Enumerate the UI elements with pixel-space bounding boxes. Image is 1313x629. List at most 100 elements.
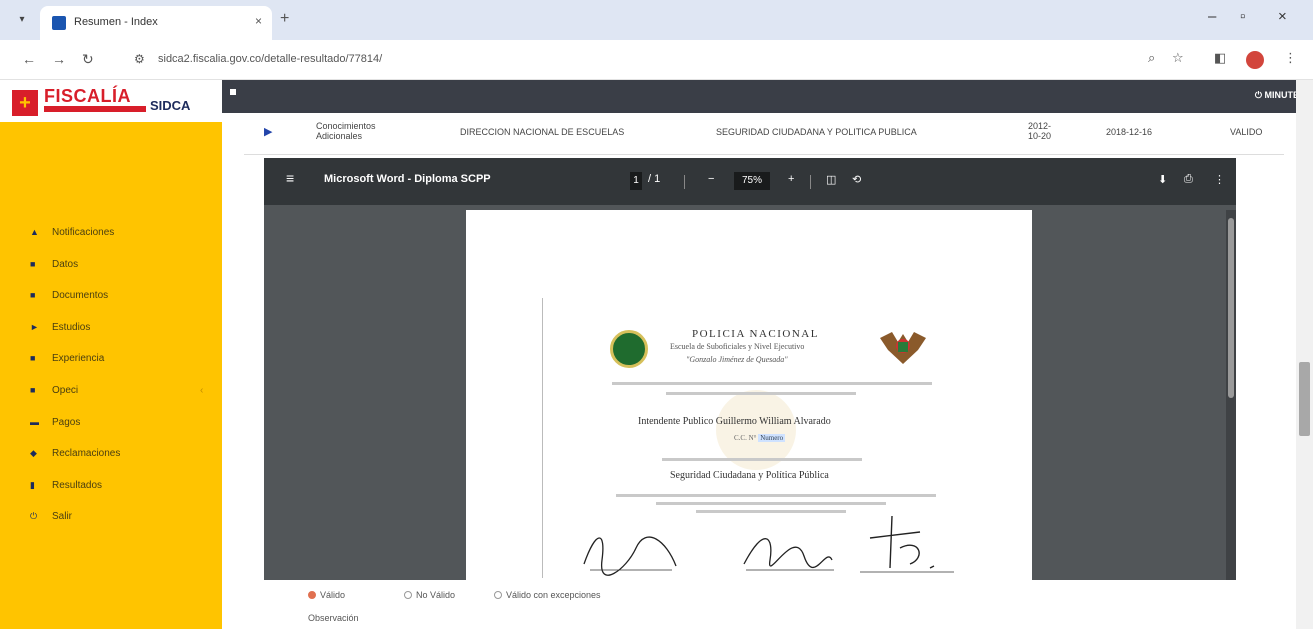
sidebar-item-label: Reclamaciones <box>52 448 121 459</box>
doc-motto: "Gonzalo Jiménez de Quesada" <box>686 355 788 364</box>
zoom-in-icon[interactable]: + <box>788 173 794 185</box>
signature-1 <box>583 536 677 576</box>
radio-valido-con-excepciones[interactable]: Válido con excepciones <box>494 590 601 600</box>
url-input[interactable]: ⚙ sidca2.fiscalia.gov.co/detalle-resulta… <box>128 48 1228 72</box>
signature-2 <box>743 538 834 571</box>
browser-tab[interactable]: Resumen - Index × <box>40 6 272 40</box>
folder-icon: ■ <box>30 385 36 395</box>
hamburger-menu-icon[interactable]: ≡ <box>286 170 294 186</box>
graduation-icon: ► <box>30 322 39 332</box>
observations-label: Observación <box>308 613 359 623</box>
bar-chart-icon: ▮ <box>30 480 35 490</box>
logo-cross-icon: + <box>12 90 38 116</box>
site-info-icon[interactable]: ⚙ <box>134 52 145 66</box>
sidebar-item-label: Salir <box>52 511 73 522</box>
signature-3 <box>860 515 954 573</box>
doc-text-line <box>616 494 936 497</box>
top-navbar: ⏻ MINUTE <box>222 80 1313 113</box>
user-name: MINUTE <box>1264 90 1300 100</box>
favicon-icon <box>52 16 66 30</box>
zoom-icon[interactable]: ⌕ <box>1148 50 1155 66</box>
menu-toggle-icon[interactable] <box>230 89 236 95</box>
pdf-scrollbar-thumb[interactable] <box>1228 218 1234 398</box>
radio-valido[interactable]: Válido <box>308 590 345 600</box>
page-scrollbar[interactable] <box>1296 80 1313 629</box>
close-window-icon[interactable]: × <box>1278 8 1287 25</box>
tab-search-icon[interactable]: ▾ <box>14 12 30 28</box>
menu-kebab-icon[interactable]: ⋮ <box>1284 50 1297 66</box>
sidebar-item-label: Opeci <box>52 385 79 396</box>
rotate-icon[interactable]: ⟲ <box>852 173 861 186</box>
doc-text-line <box>666 392 856 395</box>
fit-page-icon[interactable]: ◫ <box>826 173 836 186</box>
chevron-left-icon: ‹ <box>200 385 204 396</box>
expand-row-icon[interactable]: ▶ <box>264 125 272 138</box>
radio-no-valido[interactable]: No Válido <box>404 590 455 600</box>
toolbar-divider <box>684 175 685 189</box>
cell-start-date: 2012-10-20 <box>1028 121 1052 141</box>
logo[interactable]: + FISCALÍA SIDCA <box>0 80 222 122</box>
main-content: ▶ Conocimientos Adicionales DIRECCION NA… <box>222 113 1296 629</box>
sidebar-item-label: Estudios <box>52 322 91 333</box>
page-number-input[interactable]: 1 <box>630 172 642 190</box>
minimize-icon[interactable]: – <box>1208 8 1216 25</box>
sidebar-item-resultados[interactable]: ▮ Resultados <box>30 479 210 495</box>
doc-recipient: Intendente Publico Guillermo William Alv… <box>638 416 831 427</box>
side-panel-icon[interactable]: ◧ <box>1214 50 1226 66</box>
sidebar-item-estudios[interactable]: ► Estudios <box>30 321 210 337</box>
sidebar-item-experiencia[interactable]: ■ Experiencia <box>30 352 210 368</box>
tab-close-icon[interactable]: × <box>255 14 262 28</box>
profile-avatar[interactable] <box>1246 51 1264 69</box>
sidebar-item-notificaciones[interactable]: ▲ Notificaciones <box>30 226 210 242</box>
pdf-title: Microsoft Word - Diploma SCPP <box>324 173 491 185</box>
doc-text-line <box>656 502 886 505</box>
megaphone-icon: ◆ <box>30 448 37 458</box>
cell-program: SEGURIDAD CIUDADANA Y POLITICA PUBLICA <box>716 127 917 137</box>
page-total: / 1 <box>648 173 661 185</box>
doc-text-line <box>612 382 932 385</box>
coat-of-arms-icon <box>880 332 926 364</box>
pdf-page: POLICIA NACIONAL Escuela de Suboficiales… <box>466 210 1032 580</box>
sidebar-item-reclamaciones[interactable]: ◆ Reclamaciones <box>30 447 210 463</box>
cell-end-date: 2018-12-16 <box>1106 127 1153 137</box>
sidebar-item-label: Pagos <box>52 417 81 428</box>
table-row[interactable]: ▶ Conocimientos Adicionales DIRECCION NA… <box>244 113 1284 155</box>
cell-type: Conocimientos Adicionales <box>316 121 376 141</box>
tab-title: Resumen - Index <box>74 16 158 28</box>
sidebar-item-documentos[interactable]: ■ Documentos <box>30 289 210 305</box>
sidebar-item-label: Datos <box>52 259 79 270</box>
doc-subheading: Escuela de Suboficiales y Nivel Ejecutiv… <box>670 342 805 351</box>
print-icon[interactable]: ⎙ <box>1184 173 1193 186</box>
user-menu[interactable]: ⏻ MINUTE <box>1255 90 1299 101</box>
doc-heading: POLICIA NACIONAL <box>692 328 819 340</box>
download-icon[interactable]: ⬇ <box>1158 173 1167 186</box>
new-tab-icon[interactable]: + <box>280 10 289 28</box>
pdf-viewer: ≡ Microsoft Word - Diploma SCPP 1 / 1 − … <box>264 158 1236 580</box>
card-icon: ▬ <box>30 417 39 427</box>
radio-label: Válido <box>320 590 346 600</box>
zoom-input[interactable]: 75% <box>734 172 770 190</box>
id-icon: ■ <box>30 259 36 269</box>
browser-tab-bar: ▾ Resumen - Index × + – ▫ × <box>0 0 1313 40</box>
power-icon: ⏻ <box>30 511 38 521</box>
forward-icon[interactable]: → <box>52 51 66 67</box>
maximize-icon[interactable]: ▫ <box>1240 8 1245 25</box>
radio-label: No Válido <box>416 590 456 600</box>
sidebar-item-pagos[interactable]: ▬ Pagos <box>30 416 210 432</box>
cell-status: VALIDO <box>1230 127 1263 137</box>
more-options-icon[interactable]: ⋮ <box>1214 173 1225 186</box>
sidebar-item-datos[interactable]: ■ Datos <box>30 258 210 274</box>
cell-institution: DIRECCION NACIONAL DE ESCUELAS <box>460 127 625 137</box>
reload-icon[interactable]: ↻ <box>82 51 94 68</box>
sidebar-item-salir[interactable]: ⏻ Salir <box>30 510 210 526</box>
app-sidebar: + FISCALÍA SIDCA ▲ Notificaciones ■ Dato… <box>0 80 222 629</box>
back-icon[interactable]: ← <box>22 51 36 67</box>
zoom-out-icon[interactable]: − <box>708 173 714 185</box>
sidebar-item-opeci[interactable]: ■ Opeci ‹ <box>30 384 210 400</box>
sidebar-item-label: Experiencia <box>52 353 105 364</box>
document-icon: ■ <box>30 290 36 300</box>
bookmark-star-icon[interactable]: ☆ <box>1172 50 1184 66</box>
page-scrollbar-thumb[interactable] <box>1299 362 1310 436</box>
doc-course: Seguridad Ciudadana y Política Pública <box>670 470 829 481</box>
pdf-toolbar: ≡ Microsoft Word - Diploma SCPP 1 / 1 − … <box>264 158 1236 205</box>
